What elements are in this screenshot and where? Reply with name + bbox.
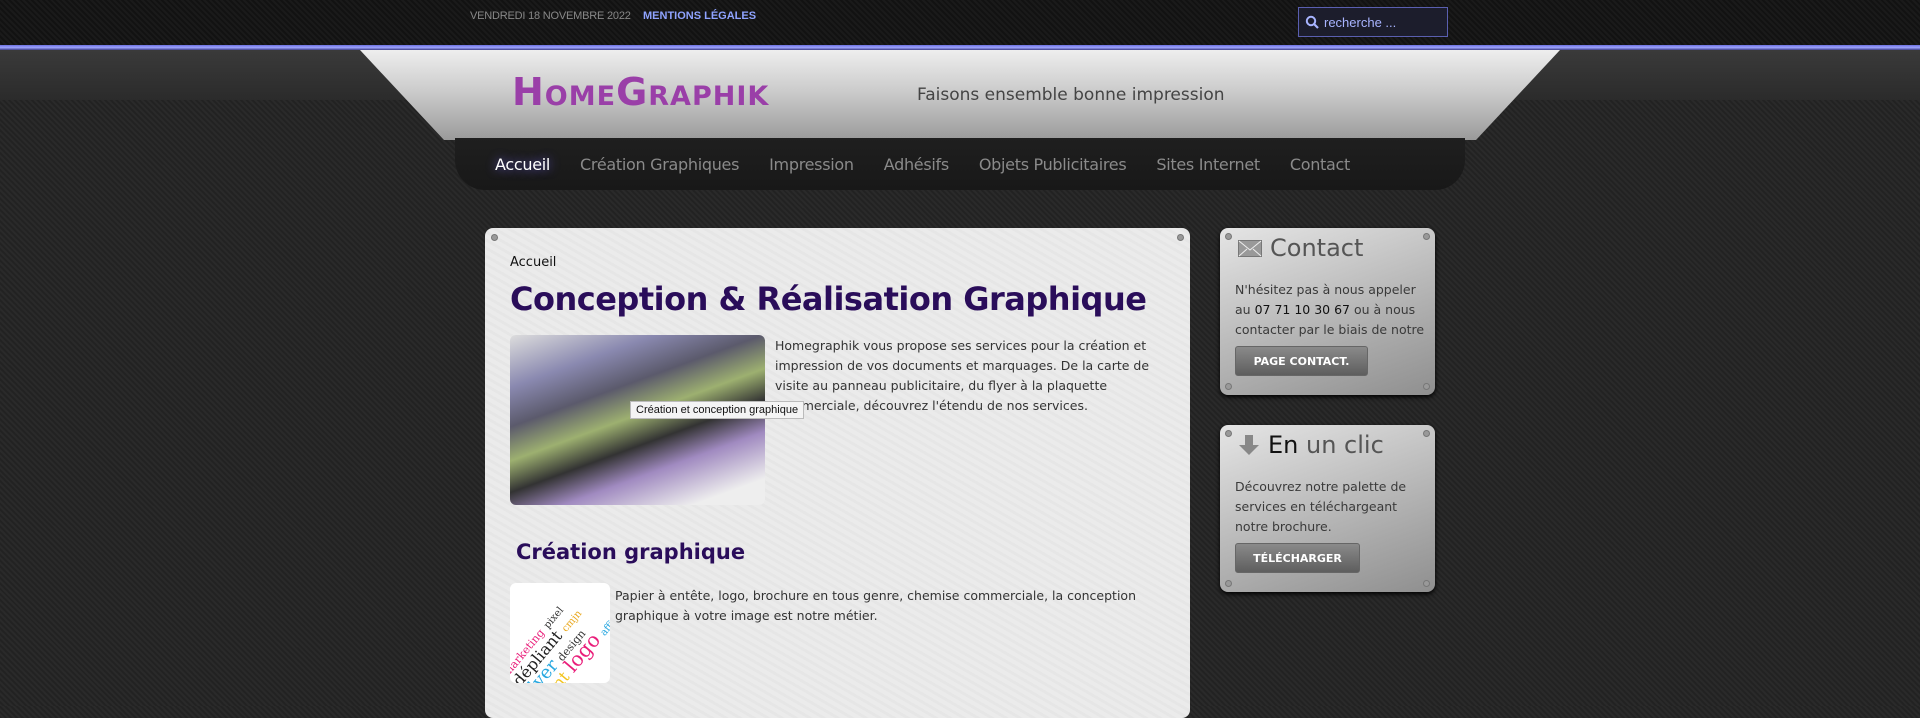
tagline: Faisons ensemble bonne impression [917, 85, 1225, 105]
word: logo [558, 628, 606, 677]
screw-icon [1423, 383, 1430, 390]
image-tooltip: Création et conception graphique [630, 401, 805, 419]
download-text: Découvrez notre palette de services en t… [1235, 479, 1407, 534]
contact-title-text: Contact [1270, 234, 1364, 262]
search-icon [1305, 15, 1319, 29]
search-input[interactable] [1324, 14, 1434, 30]
nav-accueil[interactable]: Accueil [495, 155, 550, 174]
download-widget-title: En un clic [1238, 431, 1384, 459]
mentions-legales-link[interactable]: MENTIONS LÉGALES [643, 10, 756, 22]
search-box[interactable] [1298, 7, 1448, 37]
download-title-a: En [1268, 431, 1299, 459]
page-title: Conception & Réalisation Graphique [510, 280, 1147, 318]
accent-line [0, 45, 1920, 50]
screw-icon [1423, 580, 1430, 587]
nav-objets-publicitaires[interactable]: Objets Publicitaires [979, 155, 1127, 174]
section-title: Création graphique [516, 540, 746, 564]
screw-icon [1423, 233, 1430, 240]
main-content: Accueil Conception & Réalisation Graphiq… [485, 228, 1190, 718]
telecharger-button[interactable]: TÉLÉCHARGER [1235, 543, 1360, 573]
nav-impression[interactable]: Impression [769, 155, 854, 174]
current-date: VENDREDI 18 NOVEMBRE 2022 [470, 10, 631, 22]
site-logo[interactable]: HomeGraphik [512, 70, 769, 114]
envelope-icon [1238, 239, 1262, 257]
wordcloud-image: marketing pixel dépliant cmjn flyer desi… [510, 583, 610, 683]
screw-icon [491, 234, 498, 241]
nav-adhesifs[interactable]: Adhésifs [884, 155, 949, 174]
magazines-image [510, 335, 765, 505]
screw-icon [1225, 383, 1232, 390]
breadcrumb: Accueil [510, 255, 557, 270]
screw-icon [1423, 430, 1430, 437]
nav-creation-graphiques[interactable]: Création Graphiques [580, 155, 739, 174]
phone-number: 07 71 10 30 67 [1254, 302, 1350, 317]
nav-sites-internet[interactable]: Sites Internet [1156, 155, 1260, 174]
top-bar [0, 0, 1920, 46]
screw-icon [1225, 580, 1232, 587]
screw-icon [1177, 234, 1184, 241]
page-contact-button[interactable]: PAGE CONTACT. [1235, 346, 1368, 376]
nav-contact[interactable]: Contact [1290, 155, 1350, 174]
contact-text: N'hésitez pas à nous appeler au 07 71 10… [1235, 280, 1425, 340]
screw-icon [1225, 430, 1232, 437]
contact-widget: Contact N'hésitez pas à nous appeler au … [1220, 228, 1435, 395]
section-text: Papier à entête, logo, brochure en tous … [615, 588, 1137, 623]
arrow-down-icon [1239, 435, 1259, 455]
download-widget: En un clic Découvrez notre palette de se… [1220, 425, 1435, 592]
contact-widget-title: Contact [1238, 234, 1363, 262]
word: affiche [598, 605, 610, 639]
screw-icon [1225, 233, 1232, 240]
main-nav: Accueil Création Graphiques Impression A… [455, 138, 1465, 190]
download-title-b: un clic [1298, 431, 1384, 459]
intro-text: Homegraphik vous propose ses services po… [775, 338, 1150, 413]
